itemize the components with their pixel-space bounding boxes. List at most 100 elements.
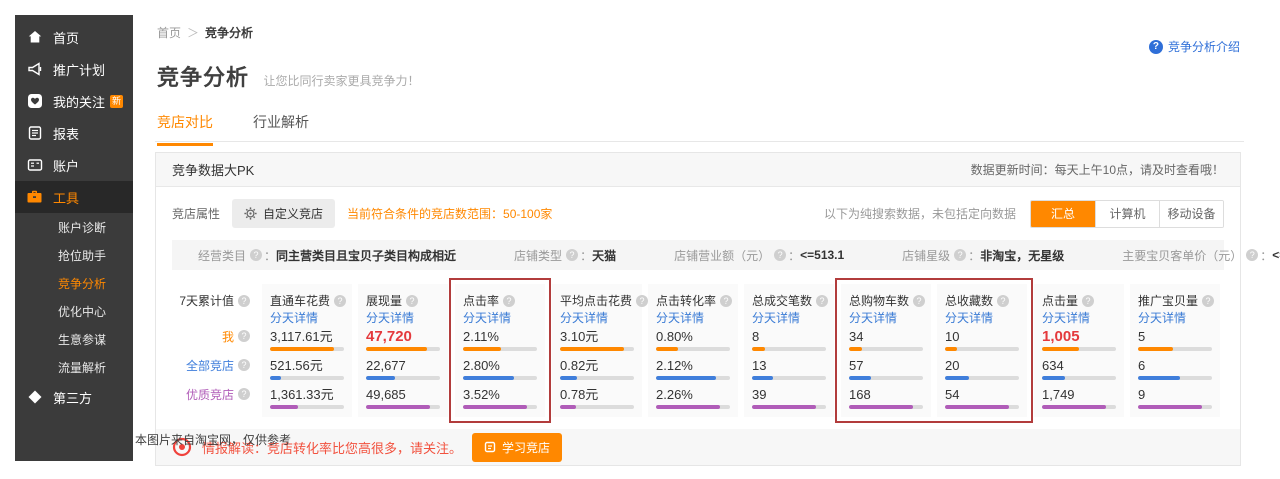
criteria-label: 经营类目: [198, 247, 246, 264]
metric-cell: 5: [1138, 330, 1212, 359]
device-tab-summary[interactable]: 汇总: [1031, 201, 1095, 227]
sidebar-item-home[interactable]: 首页: [15, 21, 133, 53]
main-content: 首页＞竞争分析 竞争分析介绍 竞争分析 让您比同行卖家更具竞争力！ 竞店对比行业…: [155, 0, 1244, 479]
info-icon[interactable]: [1202, 295, 1214, 307]
daily-detail-link[interactable]: 分天详情: [560, 309, 634, 330]
metric-value: 0.82元: [560, 359, 634, 373]
help-link[interactable]: 竞争分析介绍: [1149, 38, 1240, 55]
info-icon[interactable]: [636, 295, 648, 307]
info-icon[interactable]: [406, 295, 418, 307]
info-icon[interactable]: [238, 295, 250, 307]
metric-cell: 3,117.61元: [270, 330, 344, 359]
criteria-value: 天猫: [592, 247, 616, 264]
bar-track: [849, 376, 923, 380]
bar-track: [1042, 347, 1116, 351]
metric-column: 总成交笔数分天详情81339: [744, 284, 834, 417]
bar-track: [1138, 405, 1212, 409]
metric-value: 521.56元: [270, 359, 344, 373]
sidebar-subitem-business-advisor[interactable]: 生意参谋: [15, 325, 133, 353]
learn-shops-button[interactable]: 学习竞店: [472, 433, 562, 462]
info-icon[interactable]: [913, 295, 925, 307]
info-icon[interactable]: [720, 295, 732, 307]
info-icon[interactable]: [250, 249, 262, 261]
daily-detail-link[interactable]: 分天详情: [1138, 309, 1212, 330]
sidebar-subitem-rank-assistant[interactable]: 抢位助手: [15, 241, 133, 269]
metric-header: 总购物车数: [849, 292, 923, 309]
table-title: 7天累计值: [172, 292, 252, 309]
breadcrumb-home[interactable]: 首页: [157, 26, 181, 40]
customize-shops-button[interactable]: 自定义竞店: [232, 199, 335, 228]
bar-fill: [560, 405, 576, 409]
metric-label: 推广宝贝量: [1138, 292, 1198, 309]
sidebar-subitem-label: 账户诊断: [58, 219, 106, 236]
metric-value: 20: [945, 359, 1019, 373]
info-icon[interactable]: [816, 295, 828, 307]
bar-track: [656, 376, 730, 380]
row-label-all-shops: 全部竞店: [172, 359, 252, 388]
table-title-label: 7天累计值: [179, 292, 234, 309]
device-tab-mobile[interactable]: 移动设备: [1159, 201, 1223, 227]
sidebar-item-promotion-plan[interactable]: 推广计划: [15, 53, 133, 85]
sidebar-item-label: 工具: [53, 188, 79, 207]
sidebar-item-tools[interactable]: 工具: [15, 181, 133, 213]
daily-detail-link[interactable]: 分天详情: [1042, 309, 1116, 330]
tab-shop-compare[interactable]: 竞店对比: [157, 112, 213, 146]
info-icon[interactable]: [238, 388, 250, 400]
daily-detail-link[interactable]: 分天详情: [945, 309, 1019, 330]
info-icon[interactable]: [566, 249, 578, 261]
bar-fill: [366, 347, 427, 351]
bar-track: [270, 347, 344, 351]
daily-detail-link[interactable]: 分天详情: [656, 309, 730, 330]
info-icon[interactable]: [334, 295, 346, 307]
page-subtitle: 让您比同行卖家更具竞争力！: [263, 74, 419, 88]
metric-label: 总成交笔数: [752, 292, 812, 309]
bar-fill: [945, 376, 969, 380]
metric-cell: 6: [1138, 359, 1212, 388]
metric-value: 39: [752, 388, 826, 402]
metric-cell: 47,720: [366, 330, 440, 359]
sidebar-subitem-traffic-analysis[interactable]: 流量解析: [15, 353, 133, 381]
metric-columns: 直通车花费分天详情3,117.61元521.56元1,361.33元展现量分天详…: [262, 284, 1224, 417]
info-icon[interactable]: [954, 249, 966, 261]
row-label-column: 7天累计值我全部竞店优质竞店: [172, 284, 262, 417]
info-icon[interactable]: [774, 249, 786, 261]
metric-cell: 39: [752, 388, 826, 417]
metric-value: 3.52%: [463, 388, 537, 402]
criteria-item: 店铺营业额（元）：<=513.1: [674, 247, 844, 264]
metric-cell: 9: [1138, 388, 1212, 417]
daily-detail-link[interactable]: 分天详情: [849, 309, 923, 330]
sidebar-item-label: 账户: [53, 156, 79, 175]
info-icon[interactable]: [503, 295, 515, 307]
metric-cell: 1,749: [1042, 388, 1116, 417]
metric-cell: 13: [752, 359, 826, 388]
info-icon[interactable]: [1082, 295, 1094, 307]
sidebar-subitem-competition-analysis[interactable]: 竞争分析: [15, 269, 133, 297]
info-icon[interactable]: [238, 359, 250, 371]
device-tab-pc[interactable]: 计算机: [1095, 201, 1159, 227]
bar-fill: [463, 376, 514, 380]
bar-fill: [752, 347, 765, 351]
metric-value: 1,749: [1042, 388, 1116, 402]
sidebar-item-my-follow[interactable]: 我的关注新: [15, 85, 133, 117]
daily-detail-link[interactable]: 分天详情: [463, 309, 537, 330]
tab-industry-analysis[interactable]: 行业解析: [253, 112, 309, 143]
info-icon[interactable]: [997, 295, 1009, 307]
daily-detail-link[interactable]: 分天详情: [366, 309, 440, 330]
sidebar-item-account[interactable]: 账户: [15, 149, 133, 181]
bar-track: [270, 376, 344, 380]
bar-fill: [270, 376, 281, 380]
daily-detail-link[interactable]: 分天详情: [270, 309, 344, 330]
sidebar-subitem-account-diagnosis[interactable]: 账户诊断: [15, 213, 133, 241]
info-icon[interactable]: [238, 330, 250, 342]
info-icon[interactable]: [1246, 249, 1258, 261]
sidebar-item-third-party[interactable]: 第三方: [15, 381, 133, 413]
daily-detail-link[interactable]: 分天详情: [752, 309, 826, 330]
sidebar-item-reports[interactable]: 报表: [15, 117, 133, 149]
criteria-colon: ：: [580, 247, 592, 264]
metric-cell: 8: [752, 330, 826, 359]
metric-header: 平均点击花费: [560, 292, 634, 309]
sidebar-subitem-optimize-center[interactable]: 优化中心: [15, 297, 133, 325]
customize-shops-label: 自定义竞店: [263, 205, 323, 222]
new-badge: 新: [110, 95, 123, 108]
filter-right: 以下为纯搜索数据，未包括定向数据 汇总计算机移动设备: [824, 200, 1224, 228]
